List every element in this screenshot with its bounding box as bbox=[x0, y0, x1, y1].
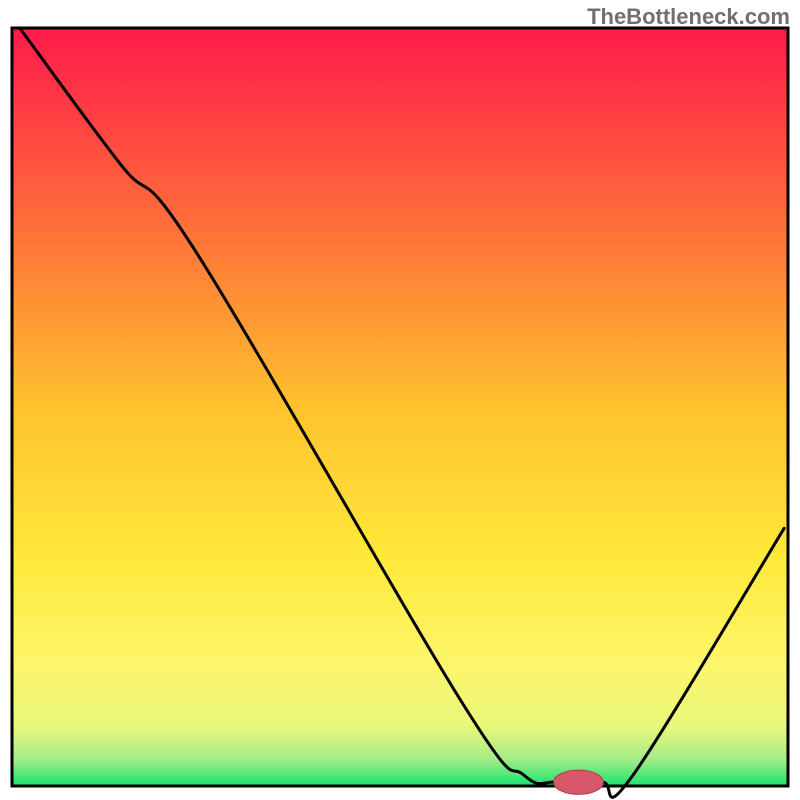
chart-container: TheBottleneck.com bbox=[0, 0, 800, 800]
plot-background bbox=[12, 28, 788, 786]
watermark-text: TheBottleneck.com bbox=[587, 4, 790, 30]
chart-svg bbox=[0, 0, 800, 800]
optimum-marker bbox=[554, 770, 604, 794]
